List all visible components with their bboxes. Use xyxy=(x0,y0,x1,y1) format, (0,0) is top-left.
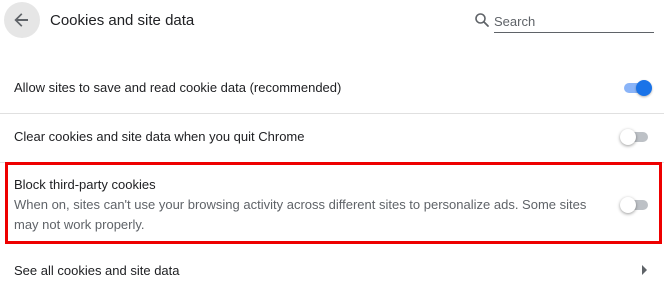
block-third-party-label: Block third-party cookies xyxy=(14,177,156,192)
toggle-knob xyxy=(636,80,652,96)
search-input[interactable] xyxy=(494,10,654,33)
allow-cookies-label: Allow sites to save and read cookie data… xyxy=(14,80,342,95)
block-third-party-description: When on, sites can't use your browsing a… xyxy=(14,197,587,232)
see-all-cookies-link[interactable]: See all cookies and site data xyxy=(14,262,180,280)
search-box[interactable] xyxy=(474,10,654,34)
toggle-knob xyxy=(620,129,636,145)
toggle-knob xyxy=(620,197,636,213)
allow-cookies-toggle[interactable] xyxy=(622,80,652,96)
clear-on-quit-label: Clear cookies and site data when you qui… xyxy=(14,129,305,144)
cookies-settings-page: Cookies and site data Allow sites to sav… xyxy=(0,0,664,294)
page-title: Cookies and site data xyxy=(50,12,195,29)
divider xyxy=(0,113,664,114)
back-button[interactable] xyxy=(4,2,40,38)
back-arrow-icon xyxy=(14,13,28,27)
chevron-right-icon xyxy=(642,265,647,275)
search-icon xyxy=(475,13,489,27)
divider xyxy=(0,162,664,163)
clear-on-quit-toggle[interactable] xyxy=(620,129,650,145)
block-third-party-toggle[interactable] xyxy=(620,197,650,213)
